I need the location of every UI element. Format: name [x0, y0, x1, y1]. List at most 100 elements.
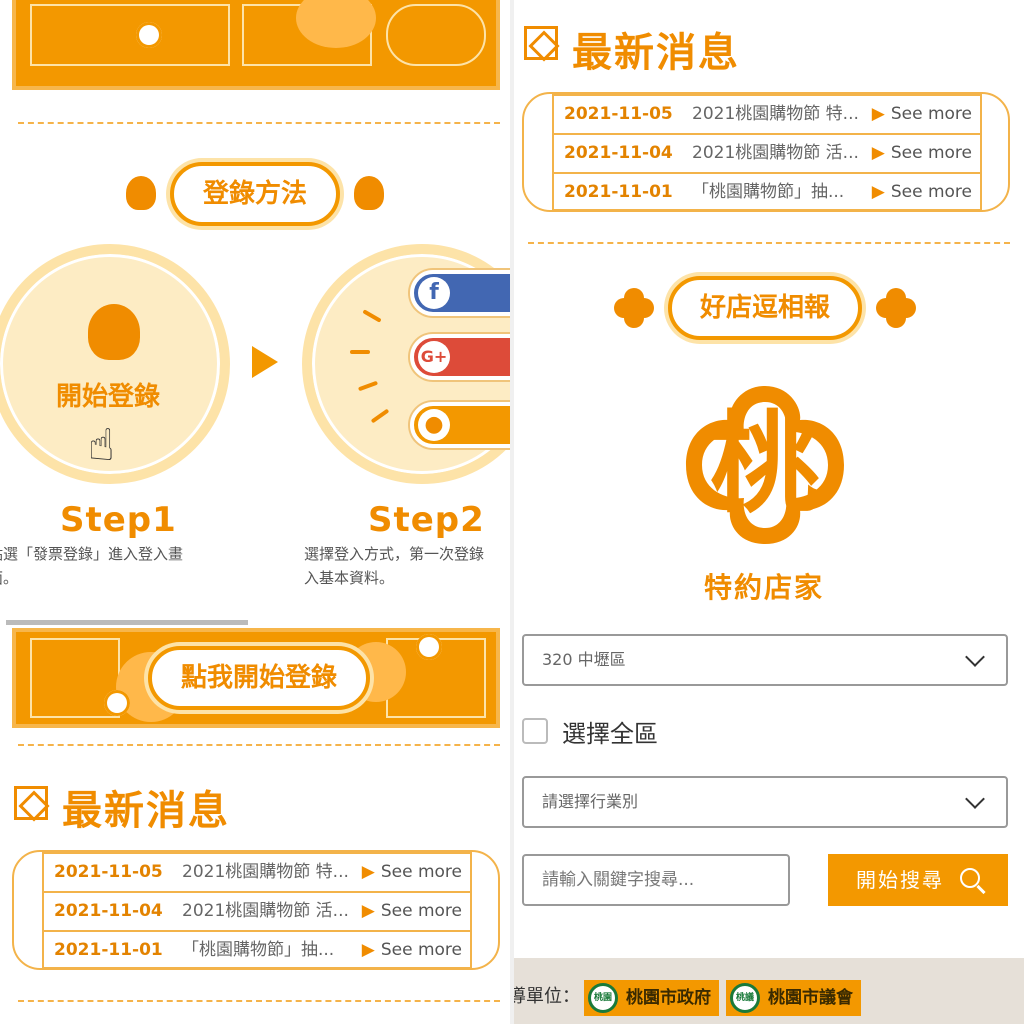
step1-desc-line2: 面。	[0, 569, 19, 587]
store-section-title: 好店逗相報	[668, 276, 862, 340]
news-item[interactable]: 2021-11-04 2021桃園購物節 活... ▶ See more	[44, 891, 470, 930]
step1-circle-label: 開始登錄	[56, 382, 161, 412]
see-more-label: See more	[380, 862, 462, 882]
taoyuan-council-link[interactable]: 桃議 桃園市議會	[726, 980, 861, 1016]
step1-title: Step1	[60, 500, 177, 540]
keyword-placeholder: 請輸入關鍵字搜尋...	[542, 870, 695, 890]
news-heading: 最新消息	[572, 30, 740, 76]
news-list: 2021-11-05 2021桃園購物節 特... ▶ See more 2021…	[12, 850, 500, 970]
login-method-title-text: 登錄方法	[202, 179, 307, 209]
keyword-search-input[interactable]: 請輸入關鍵字搜尋...	[522, 854, 790, 906]
flower-icon	[876, 288, 916, 328]
search-button-label: 開始搜尋	[856, 868, 944, 892]
hand-pointer-icon: ☝	[88, 420, 115, 471]
see-more-link[interactable]: ▶ See more	[362, 893, 462, 930]
gov2-name: 桃園市議會	[768, 988, 853, 1008]
news-item[interactable]: 2021-11-01 「桃園購物節」抽... ▶ See more	[44, 930, 470, 969]
see-more-label: See more	[890, 104, 972, 124]
select-all-label[interactable]: 選擇全區	[562, 714, 658, 749]
news-date: 2021-11-05	[564, 104, 673, 124]
step1-circle[interactable]: 開始登錄 ☝	[0, 244, 230, 484]
play-triangle-icon: ▶	[871, 143, 885, 163]
see-more-label: See more	[890, 143, 972, 163]
step2-title: Step2	[368, 500, 485, 540]
start-login-button[interactable]: 點我開始登錄	[148, 646, 370, 710]
footer: 導單位： 桃園 桃園市政府 桃議 桃園市議會	[514, 958, 1024, 1024]
news-date: 2021-11-04	[564, 143, 673, 163]
search-button[interactable]: 開始搜尋	[828, 854, 1008, 906]
chevron-down-icon	[965, 647, 985, 667]
start-login-button-label: 點我開始登錄	[180, 663, 337, 693]
see-more-label: See more	[380, 901, 462, 921]
see-more-link[interactable]: ▶ See more	[362, 932, 462, 969]
see-more-link[interactable]: ▶ See more	[872, 135, 972, 172]
news-list: 2021-11-05 2021桃園購物節 特... ▶ See more 2021…	[522, 92, 1010, 212]
industry-select[interactable]: 請選擇行業別	[522, 776, 1008, 828]
gov-seal-text: 桃園	[593, 993, 612, 1003]
search-icon-handle	[976, 884, 986, 895]
peach-icon	[126, 176, 156, 210]
store-label: 特約店家	[703, 571, 824, 604]
news-item[interactable]: 2021-11-01 「桃園購物節」抽... ▶ See more	[554, 172, 980, 211]
carousel-scrollbar[interactable]	[6, 620, 248, 625]
organizer-label: 導單位：	[514, 986, 580, 1007]
play-triangle-icon: ▶	[361, 862, 375, 882]
peach-icon: ●	[418, 409, 450, 441]
news-heading: 最新消息	[62, 788, 230, 834]
news-date: 2021-11-05	[54, 862, 163, 882]
google-login-button[interactable]: G+	[410, 334, 510, 380]
step2-desc-line2: 入基本資料。	[304, 569, 395, 587]
peach-icon	[88, 304, 140, 360]
play-triangle-icon: ▶	[361, 901, 375, 921]
news-title: 「桃園購物節」抽...	[692, 182, 845, 202]
news-title: 「桃園購物節」抽...	[182, 940, 335, 960]
see-more-link[interactable]: ▶ See more	[362, 854, 462, 891]
see-more-label: See more	[890, 182, 972, 202]
left-screen: 登錄方法 開始登錄 ☝ f G+ ● Step1 Step2 點選「發票登錄」進…	[0, 0, 510, 1024]
news-section-icon	[524, 26, 558, 60]
see-more-label: See more	[380, 940, 462, 960]
facebook-icon: f	[418, 277, 450, 309]
peach-icon	[354, 176, 384, 210]
flower-icon	[614, 288, 654, 328]
site-login-button[interactable]: ●	[410, 402, 510, 448]
facebook-login-button[interactable]: f	[410, 270, 510, 316]
step1-description: 點選「發票登錄」進入登入畫 面。	[0, 542, 228, 590]
council-seal-text: 桃議	[735, 993, 754, 1003]
step1-desc-line1: 點選「發票登錄」進入登入畫	[0, 545, 184, 563]
news-title: 2021桃園購物節 活...	[182, 901, 349, 921]
google-plus-icon: G+	[418, 341, 450, 373]
news-section-icon	[14, 786, 48, 820]
gov1-name: 桃園市政府	[626, 988, 711, 1008]
news-title: 2021桃園購物節 活...	[692, 143, 859, 163]
logo-character: 桃	[710, 400, 820, 528]
news-title: 2021桃園購物節 特...	[692, 104, 859, 124]
district-select[interactable]: 320 中壢區	[522, 634, 1008, 686]
play-triangle-icon: ▶	[871, 104, 885, 124]
district-select-value: 320 中壢區	[542, 650, 626, 669]
arrow-right-icon	[252, 346, 278, 378]
play-triangle-icon: ▶	[361, 940, 375, 960]
see-more-link[interactable]: ▶ See more	[872, 174, 972, 211]
chevron-down-icon	[965, 789, 985, 809]
taoyuan-logo: 桃	[680, 380, 850, 550]
news-item[interactable]: 2021-11-04 2021桃園購物節 活... ▶ See more	[554, 133, 980, 172]
taoyuan-gov-link[interactable]: 桃園 桃園市政府	[584, 980, 719, 1016]
see-more-link[interactable]: ▶ See more	[872, 96, 972, 133]
gov-seal-icon: 桃園	[588, 983, 618, 1013]
council-seal-icon: 桃議	[730, 983, 760, 1013]
industry-select-value: 請選擇行業別	[542, 792, 639, 811]
step2-description: 選擇登入方式，第一次登錄 入基本資料。	[304, 542, 510, 590]
news-date: 2021-11-04	[54, 901, 163, 921]
news-date: 2021-11-01	[564, 182, 673, 202]
select-all-checkbox[interactable]	[522, 718, 548, 744]
right-screen: 最新消息 2021-11-05 2021桃園購物節 特... ▶ See more…	[514, 0, 1024, 1024]
play-triangle-icon: ▶	[871, 182, 885, 202]
store-section-title-text: 好店逗相報	[699, 293, 830, 323]
login-method-title: 登錄方法	[170, 162, 340, 226]
news-item[interactable]: 2021-11-05 2021桃園購物節 特... ▶ See more	[554, 94, 980, 133]
news-title: 2021桃園購物節 特...	[182, 862, 349, 882]
news-item[interactable]: 2021-11-05 2021桃園購物節 特... ▶ See more	[44, 852, 470, 891]
top-banner[interactable]	[12, 0, 500, 90]
step2-desc-line1: 選擇登入方式，第一次登錄	[304, 545, 485, 563]
